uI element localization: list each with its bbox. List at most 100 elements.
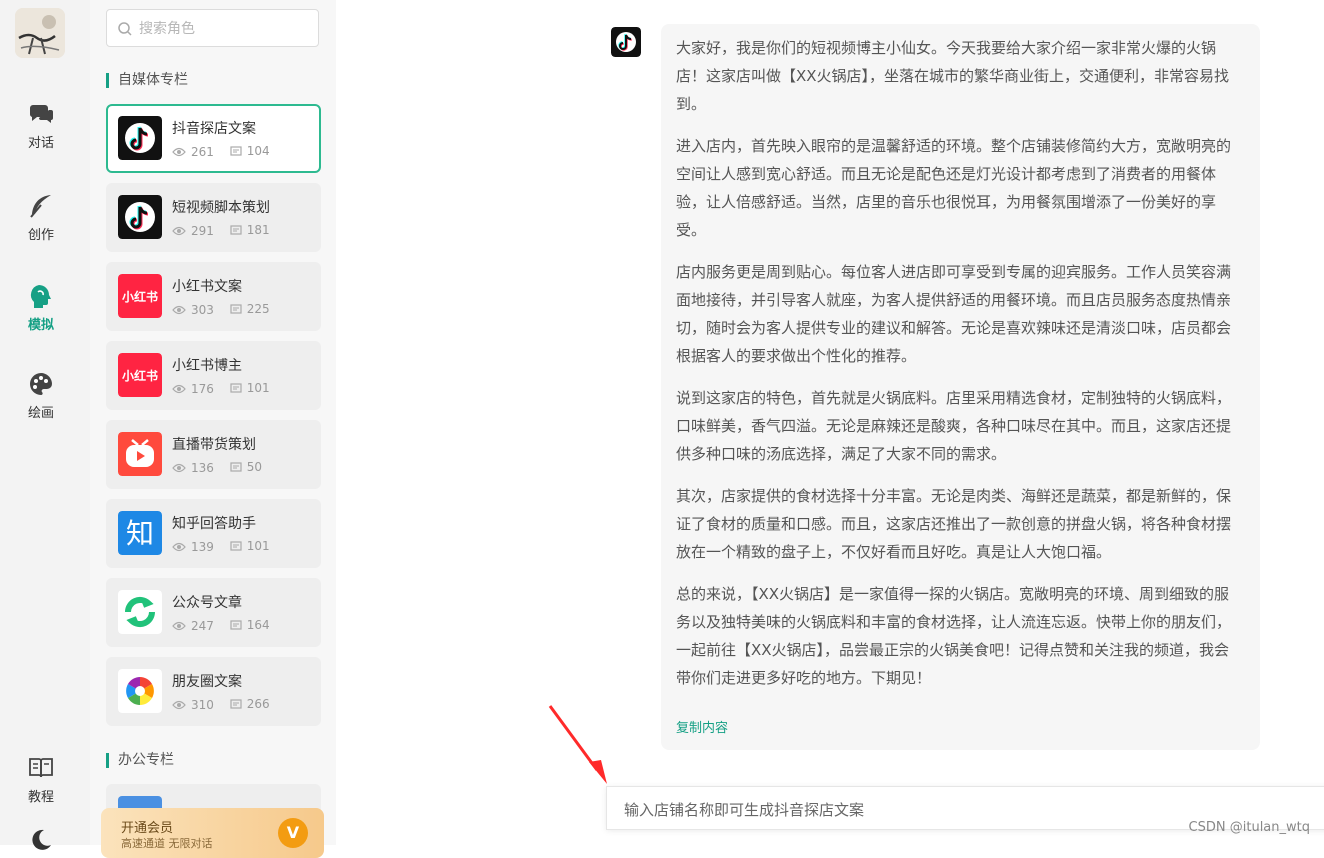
views-count: 247: [191, 618, 214, 633]
views-count: 139: [191, 539, 214, 554]
message-paragraph: 总的来说，【XX火锅店】是一家值得一探的火锅店。宽敞明亮的环境、周到细致的服务以…: [676, 585, 1232, 687]
comment-icon: [230, 540, 242, 551]
comment-icon: [230, 382, 242, 393]
comment-icon: [230, 698, 242, 709]
character-card-wechat-article[interactable]: 公众号文章 247 164: [106, 578, 321, 647]
search-icon: [118, 22, 132, 36]
csdn-watermark: CSDN @itulan_wtq: [1188, 820, 1310, 835]
message-paragraph: 大家好，我是你们的短视频博主小仙女。今天我要给大家介绍一家非常火爆的火锅店！这家…: [676, 39, 1230, 113]
comments-count: 181: [246, 223, 270, 237]
message-paragraph: 店内服务更是周到贴心。每位客人进店即可享受到专属的迎宾服务。工作人员笑容满面地接…: [676, 263, 1232, 365]
character-name: 直播带货策划: [172, 437, 256, 453]
comments-count: 50: [246, 460, 263, 474]
comments-count: 101: [246, 381, 270, 395]
zhihu-logo-text: 知: [126, 517, 154, 550]
vip-title: 开通会员: [121, 821, 174, 836]
feather-icon: [30, 195, 51, 218]
xiaohongshu-logo-text: 小红书: [122, 289, 158, 304]
comments-count: 101: [246, 539, 270, 553]
character-panel: 自媒体专栏 抖音探店文案 261 104 短视频脚本策划 291 181: [90, 0, 336, 858]
live-stream-logo-icon: [118, 432, 162, 476]
character-name: 朋友圈文案: [172, 674, 242, 690]
nav-item-draw[interactable]: 绘画: [0, 370, 82, 421]
vip-upgrade-banner[interactable]: 开通会员 高速通道 无限对话 V: [101, 808, 324, 858]
theme-toggle[interactable]: [0, 826, 82, 858]
bot-avatar-douyin-icon: [611, 27, 641, 57]
eye-icon: [172, 700, 186, 709]
comment-icon: [230, 461, 242, 472]
eye-icon: [172, 305, 186, 314]
message-paragraph: 说到这家店的特色，首先就是火锅底料。店里采用精选食材，定制独特的火锅底料，口味鲜…: [676, 389, 1232, 463]
views-count: 310: [191, 697, 214, 712]
eye-icon: [172, 463, 186, 472]
comment-icon: [230, 303, 242, 314]
nav-label-tutorial: 教程: [27, 790, 54, 805]
nav-label-chat: 对话: [27, 136, 54, 151]
xiaohongshu-logo-text: 小红书: [122, 368, 158, 383]
douyin-logo-icon: [118, 195, 162, 239]
eye-icon: [172, 542, 186, 551]
section-title-media: 自媒体专栏: [106, 73, 188, 88]
nav-label-create: 创作: [27, 228, 54, 243]
character-name: 短视频脚本策划: [172, 200, 270, 216]
views-count: 261: [191, 144, 214, 159]
character-card-xhs-blogger[interactable]: 小红书 小红书博主 176 101: [106, 341, 321, 410]
douyin-logo-icon: [118, 116, 162, 160]
xiaohongshu-logo-icon: 小红书: [118, 274, 162, 318]
character-stats: 310 266: [172, 697, 282, 713]
search-input[interactable]: [137, 16, 311, 42]
character-name: 公众号文章: [172, 595, 242, 611]
views-count: 136: [191, 460, 214, 475]
user-avatar[interactable]: [15, 8, 65, 58]
character-stats: 291 181: [172, 223, 282, 239]
character-card-xhs-copy[interactable]: 小红书 小红书文案 303 225: [106, 262, 321, 331]
search-box[interactable]: [106, 9, 319, 47]
icon-sidebar: 对话 创作 模拟 绘画 教程: [0, 0, 90, 850]
nav-item-tutorial[interactable]: 教程: [0, 754, 82, 805]
section-title-office: 办公专栏: [106, 753, 174, 768]
comment-icon: [230, 145, 242, 156]
character-card-video-script[interactable]: 短视频脚本策划 291 181: [106, 183, 321, 252]
nav-label-draw: 绘画: [27, 406, 54, 421]
message-paragraph: 进入店内，首先映入眼帘的是温馨舒适的环境。整个店铺装修简约大方，宽敞明亮的空间让…: [676, 137, 1232, 239]
moments-aperture-logo-icon: [118, 669, 162, 713]
character-stats: 136 50: [172, 460, 274, 476]
eye-icon: [172, 226, 186, 235]
comments-count: 164: [246, 618, 270, 632]
eye-icon: [172, 384, 186, 393]
chat-bubbles-icon: [29, 105, 53, 123]
nav-item-chat[interactable]: 对话: [0, 100, 82, 151]
assistant-message-bubble: 大家好，我是你们的短视频博主小仙女。今天我要给大家介绍一家非常火爆的火锅店！这家…: [661, 24, 1260, 750]
views-count: 303: [191, 302, 214, 317]
xiaohongshu-logo-icon: 小红书: [118, 353, 162, 397]
character-card-live-sales[interactable]: 直播带货策划 136 50: [106, 420, 321, 489]
head-profile-icon: [30, 285, 51, 308]
copy-content-link[interactable]: 复制内容: [676, 717, 728, 736]
vip-badge-icon: V: [278, 818, 308, 848]
comments-count: 104: [246, 144, 270, 158]
character-card-zhihu[interactable]: 知 知乎回答助手 139 101: [106, 499, 321, 568]
eye-icon: [172, 147, 186, 156]
character-stats: 247 164: [172, 618, 282, 634]
comments-count: 266: [246, 697, 270, 711]
nav-item-create[interactable]: 创作: [0, 192, 82, 243]
comments-count: 225: [246, 302, 270, 316]
nav-item-simulate[interactable]: 模拟: [0, 282, 82, 333]
message-paragraph: 其次，店家提供的食材选择十分丰富。无论是肉类、海鲜还是蔬菜，都是新鲜的，保证了食…: [676, 487, 1232, 561]
character-stats: 261 104: [172, 144, 282, 160]
book-icon: [29, 758, 53, 778]
character-stats: 176 101: [172, 381, 282, 397]
zhihu-logo-icon: 知: [118, 511, 162, 555]
character-stats: 303 225: [172, 302, 282, 318]
character-name: 抖音探店文案: [172, 121, 256, 137]
character-name: 知乎回答助手: [172, 516, 256, 532]
character-name: 小红书博主: [172, 358, 242, 374]
wechat-official-logo-icon: [118, 590, 162, 634]
character-card-douyin-store[interactable]: 抖音探店文案 261 104: [106, 104, 321, 173]
views-count: 291: [191, 223, 214, 238]
moon-icon: [32, 829, 51, 850]
views-count: 176: [191, 381, 214, 396]
character-card-moments[interactable]: 朋友圈文案 310 266: [106, 657, 321, 726]
annotation-arrow: [548, 705, 607, 784]
vip-subtitle: 高速通道 无限对话: [121, 837, 213, 850]
